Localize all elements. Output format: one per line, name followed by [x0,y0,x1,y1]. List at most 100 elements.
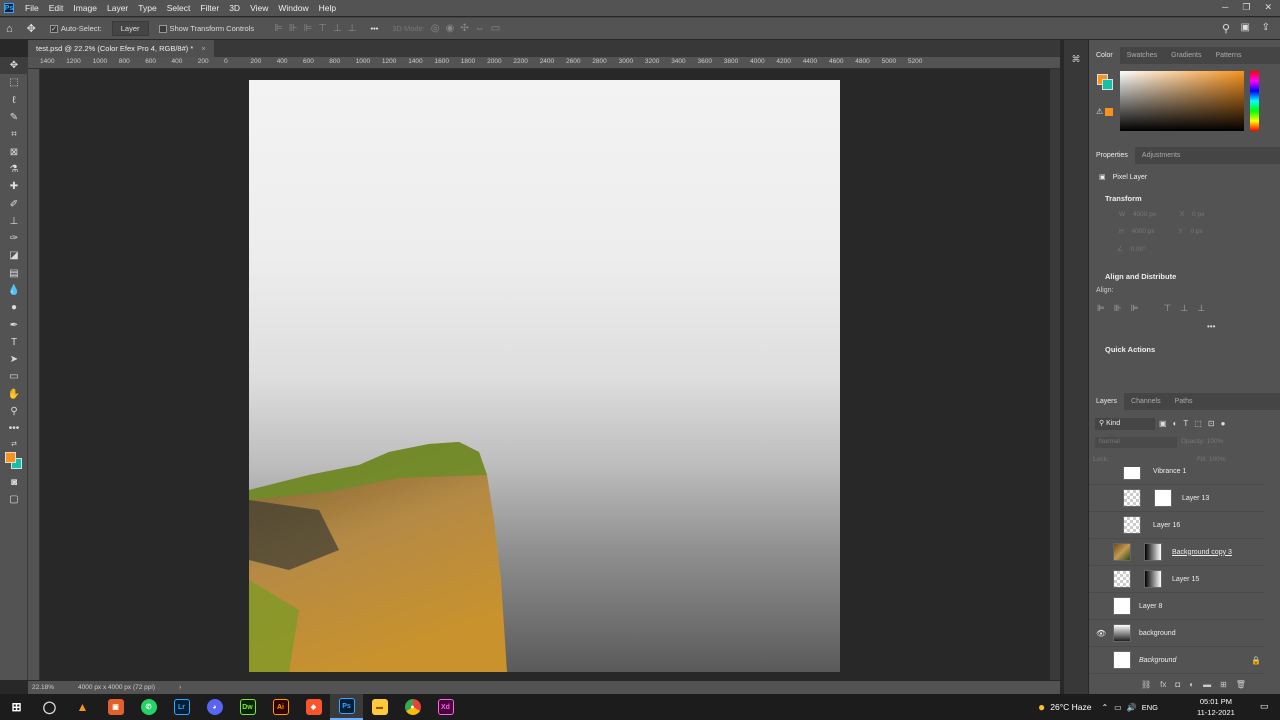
opacity-field[interactable]: 100% [1207,438,1224,445]
3d-scale-icon[interactable]: ▭ [491,23,500,34]
windows-start-icon[interactable]: ⊞ [0,694,33,720]
eraser-tool-icon[interactable]: ◪ [0,247,28,264]
align-center-icon[interactable]: ⊪ [289,23,298,34]
align-distribute-section[interactable]: Align and Distribute [1089,266,1176,281]
layer-row[interactable]: Vibrance 1 [1089,467,1265,485]
height-field[interactable]: 4000 px [1132,228,1155,235]
chrome-icon[interactable]: ● [396,694,429,720]
pen-tool-icon[interactable]: ✒ [0,316,28,333]
app-icon[interactable]: ▣ [99,694,132,720]
filter-toggle-icon[interactable]: ● [1221,419,1226,428]
restore-icon[interactable]: ❐ [1242,2,1250,13]
hand-tool-icon[interactable]: ✋ [0,386,28,403]
align-left-icon[interactable]: ⊫ [274,23,283,34]
type-tool-icon[interactable]: T [0,334,28,351]
menu-select[interactable]: Select [162,0,196,16]
align-right-edges-icon[interactable]: ⊫ [1131,303,1139,314]
align-left-edges-icon[interactable]: ⊫ [1097,303,1105,314]
share-icon[interactable]: ⇪ [1262,22,1270,33]
tab-color[interactable]: Color [1089,47,1120,64]
document-canvas[interactable] [249,80,840,672]
eyedropper-tool-icon[interactable]: ⚗ [0,161,28,178]
brave-icon[interactable]: ◆ [297,694,330,720]
document-tab[interactable]: test.psd @ 22.2% (Color Efex Pro 4, RGB/… [28,40,214,57]
gamut-swatch[interactable] [1105,108,1113,116]
blur-tool-icon[interactable]: 💧 [0,282,28,299]
3d-pan-icon[interactable]: ✣ [460,23,468,34]
hue-slider[interactable] [1250,71,1259,131]
blend-mode-select[interactable]: Normal [1095,437,1177,448]
close-tab-icon[interactable]: × [201,44,205,53]
layer-row[interactable]: Background copy 3 [1089,539,1265,566]
delete-layer-icon[interactable]: 🗑 [1236,680,1246,689]
more-align-options[interactable]: ••• [1207,322,1215,331]
lasso-tool-icon[interactable]: ℓ [0,92,28,109]
new-adjustment-icon[interactable]: ◐ [1189,680,1194,689]
history-brush-tool-icon[interactable]: ✑ [0,230,28,247]
swap-colors-icon[interactable]: ⇄ [0,438,28,450]
layer-row[interactable]: Layer 15 [1089,566,1265,593]
add-mask-icon[interactable]: ◘ [1175,680,1180,689]
3d-orbit-icon[interactable]: ◎ [431,23,440,34]
vertical-scrollbar[interactable] [1050,69,1060,680]
edit-toolbar-icon[interactable]: ••• [0,420,28,437]
x-field[interactable]: 0 px [1192,211,1204,218]
brush-tool-icon[interactable]: ✐ [0,195,28,212]
menu-image[interactable]: Image [68,0,102,16]
tab-layers[interactable]: Layers [1089,393,1125,410]
width-field[interactable]: 4000 px [1133,211,1156,218]
y-field[interactable]: 0 px [1191,228,1203,235]
new-group-icon[interactable]: ▬ [1203,680,1211,689]
layer-row[interactable]: Layer 8 [1089,593,1265,620]
auto-select-checkbox[interactable]: ✓ [49,24,58,33]
visibility-eye-icon[interactable]: 👁 [1096,629,1107,638]
tab-channels[interactable]: Channels [1124,393,1168,410]
close-window-icon[interactable]: ✕ [1264,2,1272,13]
auto-select-dropdown[interactable]: Layer [111,21,149,36]
3d-slide-icon[interactable]: ⇔ [475,23,485,34]
align-h-centers-icon[interactable]: ⊪ [1114,303,1122,314]
search-icon[interactable]: ⚲ [1222,22,1230,35]
align-bottom-icon[interactable]: ⊥ [348,23,357,34]
weather-text[interactable]: 26°C Haze [1050,702,1091,712]
menu-help[interactable]: Help [314,0,341,16]
clone-stamp-tool-icon[interactable]: ⊥ [0,213,28,230]
illustrator-icon[interactable]: Ai [264,694,297,720]
marquee-tool-icon[interactable]: ⬚ [0,74,28,91]
path-select-tool-icon[interactable]: ➤ [0,351,28,368]
status-arrow-icon[interactable]: › [179,684,181,691]
layer-row[interactable]: 👁 background [1089,620,1265,647]
quick-actions-section[interactable]: Quick Actions [1089,339,1155,354]
bg-color-chip[interactable] [1102,79,1113,90]
tab-properties[interactable]: Properties [1089,147,1135,164]
link-layers-icon[interactable]: ⛓ [1141,680,1151,689]
dodge-tool-icon[interactable]: ● [0,299,28,316]
menu-file[interactable]: File [20,0,44,16]
tab-swatches[interactable]: Swatches [1120,47,1164,64]
workspace-icon[interactable]: ▣ [1241,22,1250,33]
layer-row[interactable]: Layer 13 [1089,485,1265,512]
layer-row[interactable]: Layer 16 [1089,512,1265,539]
home-icon[interactable]: ⌂ [6,23,13,35]
tab-paths[interactable]: Paths [1168,393,1200,410]
tray-chevron-icon[interactable]: ⌃ [1101,703,1108,712]
notifications-icon[interactable]: ▭ [1260,701,1269,712]
lightroom-icon[interactable]: Lr [165,694,198,720]
layer-row[interactable]: Background 🔒 [1089,647,1265,674]
transform-section[interactable]: Transform [1089,188,1142,203]
layer-kind-filter[interactable]: ⚲ Kind [1095,418,1155,430]
rectangle-tool-icon[interactable]: ▭ [0,368,28,385]
screen-mode-icon[interactable]: ▢ [0,491,28,508]
volume-icon[interactable]: 🔊 [1127,703,1137,712]
filter-pixel-icon[interactable]: ▣ [1159,419,1167,428]
menu-window[interactable]: Window [273,0,313,16]
move-tool-icon[interactable]: ✥ [0,57,28,75]
filter-smart-object-icon[interactable]: ⊡ [1208,419,1215,428]
filter-type-icon[interactable]: T [1183,419,1188,428]
whatsapp-icon[interactable]: ✆ [132,694,165,720]
tab-gradients[interactable]: Gradients [1164,47,1208,64]
filter-shape-icon[interactable]: ⬚ [1194,419,1202,428]
minimize-icon[interactable]: ─ [1222,2,1228,13]
align-right-icon[interactable]: ⊫ [304,23,313,34]
new-layer-icon[interactable]: ⊞ [1220,680,1227,689]
